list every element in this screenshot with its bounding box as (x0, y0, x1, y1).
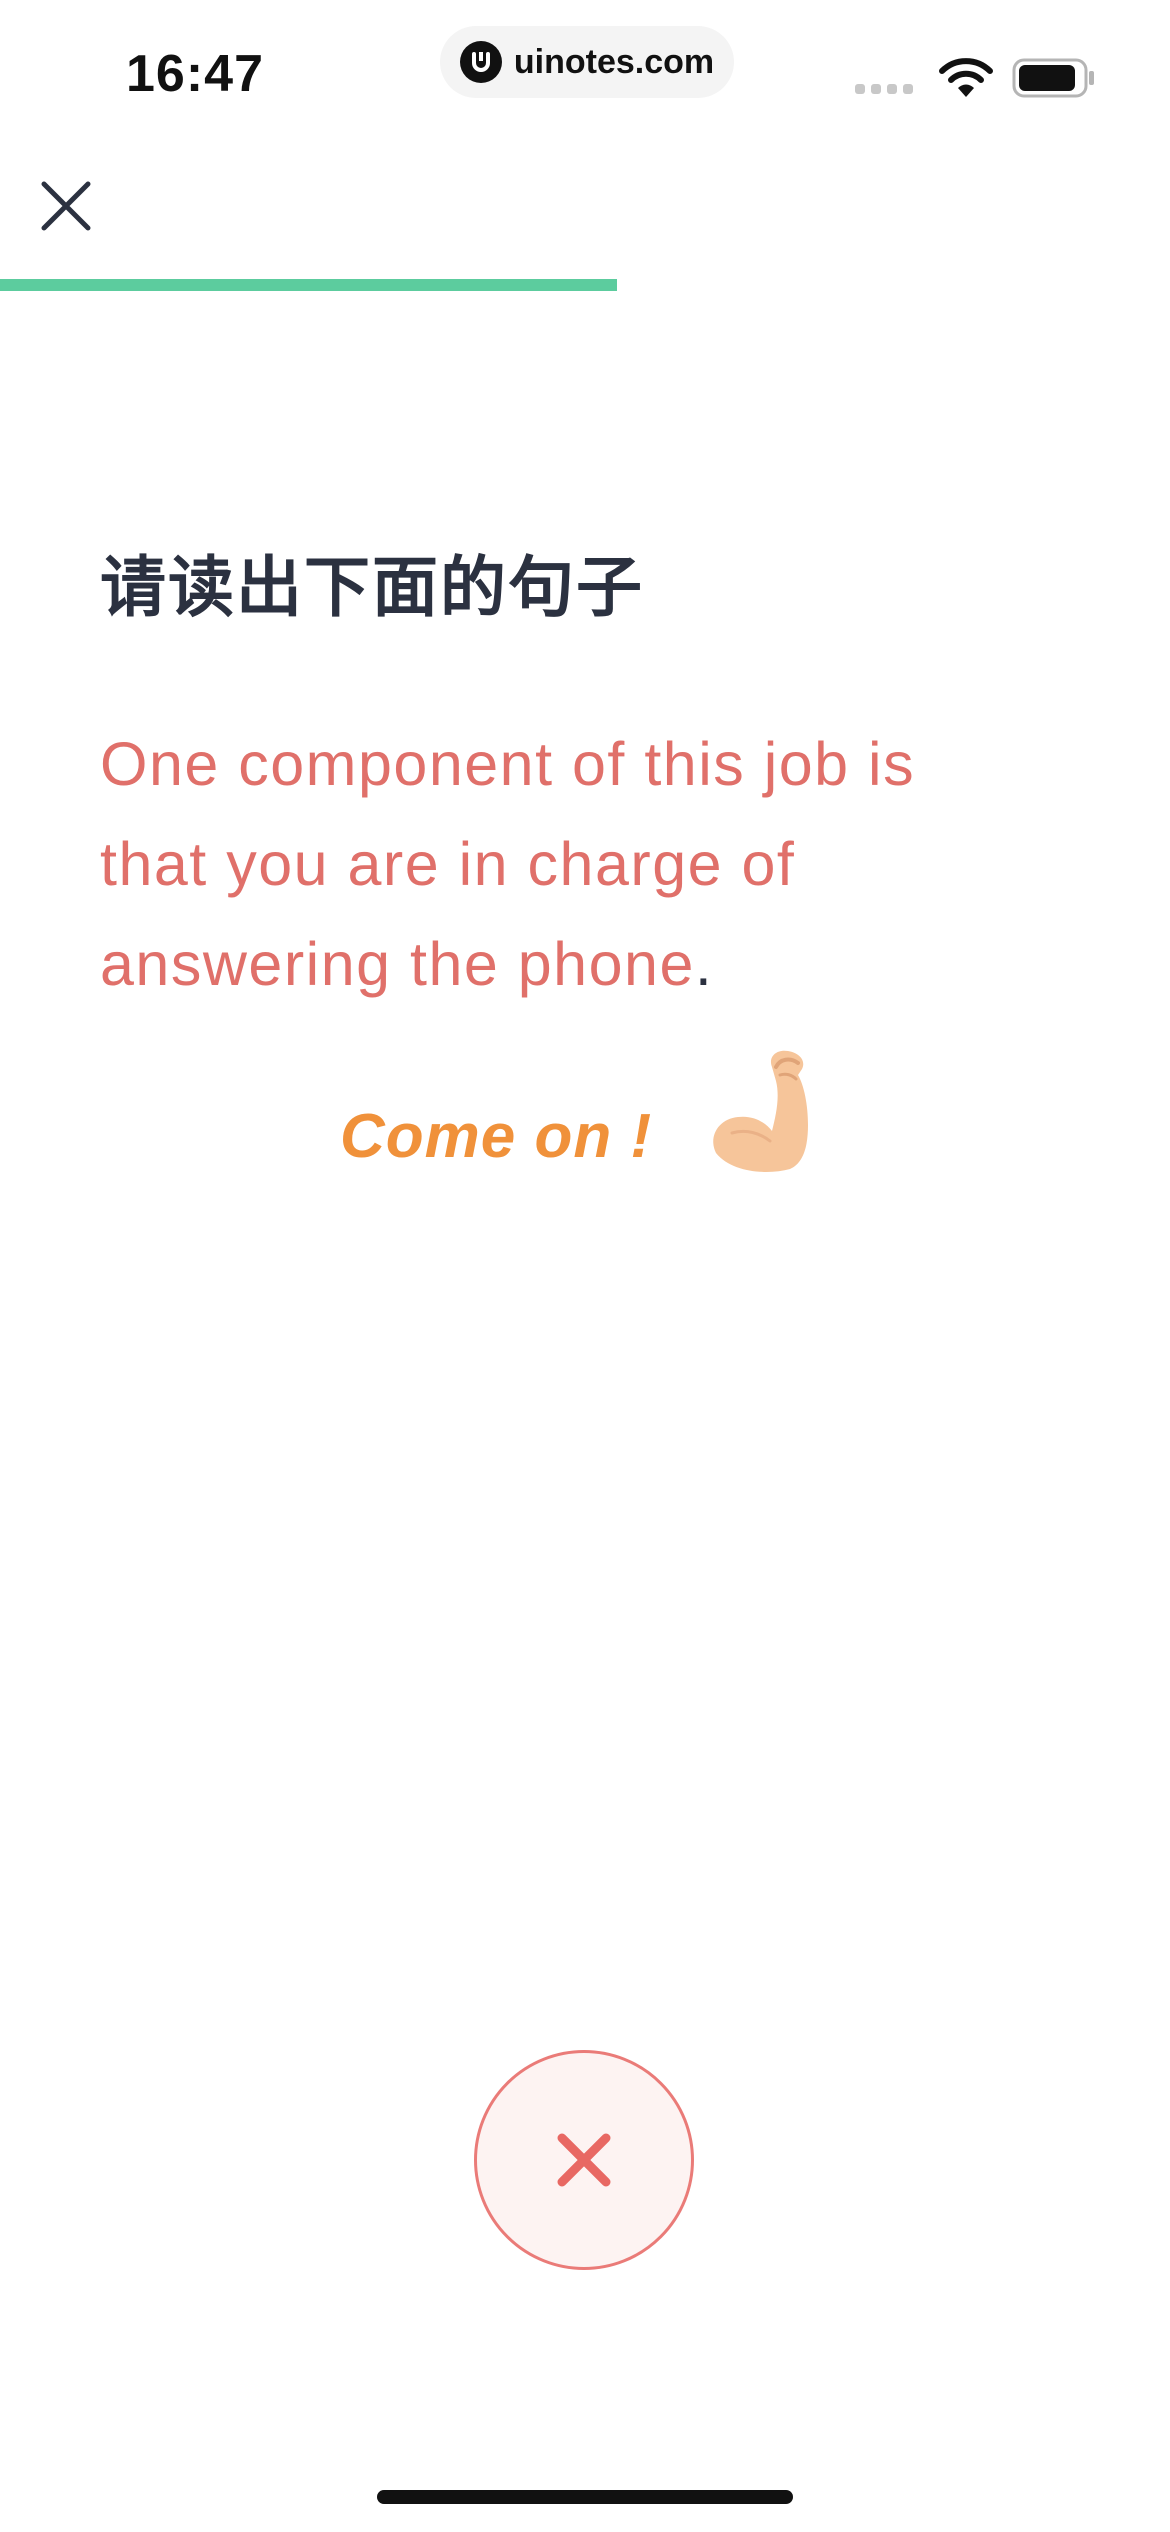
sentence-period: . (694, 930, 714, 998)
progress-bar (0, 279, 1170, 291)
status-time: 16:47 (126, 45, 264, 103)
watermark-pill: uinotes.com (440, 26, 734, 98)
home-indicator (377, 2490, 793, 2504)
wifi-icon (938, 57, 994, 104)
flexed-biceps-icon (702, 1045, 824, 1180)
close-button[interactable] (36, 176, 96, 236)
instruction-title: 请读出下面的句子 (100, 550, 644, 624)
cellular-signal-icon (855, 84, 913, 94)
encouragement: Come on ! (340, 1045, 824, 1180)
battery-icon (1012, 58, 1096, 103)
close-icon (41, 181, 91, 231)
screen: 16:47 uinotes.com 请读出下面的句子 One component… (0, 0, 1170, 2532)
stop-x-icon (557, 2133, 611, 2187)
encouragement-text: Come on ! (340, 1102, 653, 1171)
stop-recording-button[interactable] (474, 2050, 694, 2270)
watermark-text: uinotes.com (513, 42, 715, 81)
sentence-body: One component of this job is that you ar… (100, 730, 916, 998)
sentence-text: One component of this job is that you ar… (100, 714, 1040, 1014)
watermark-logo-icon (459, 41, 502, 83)
progress-fill (0, 279, 617, 291)
